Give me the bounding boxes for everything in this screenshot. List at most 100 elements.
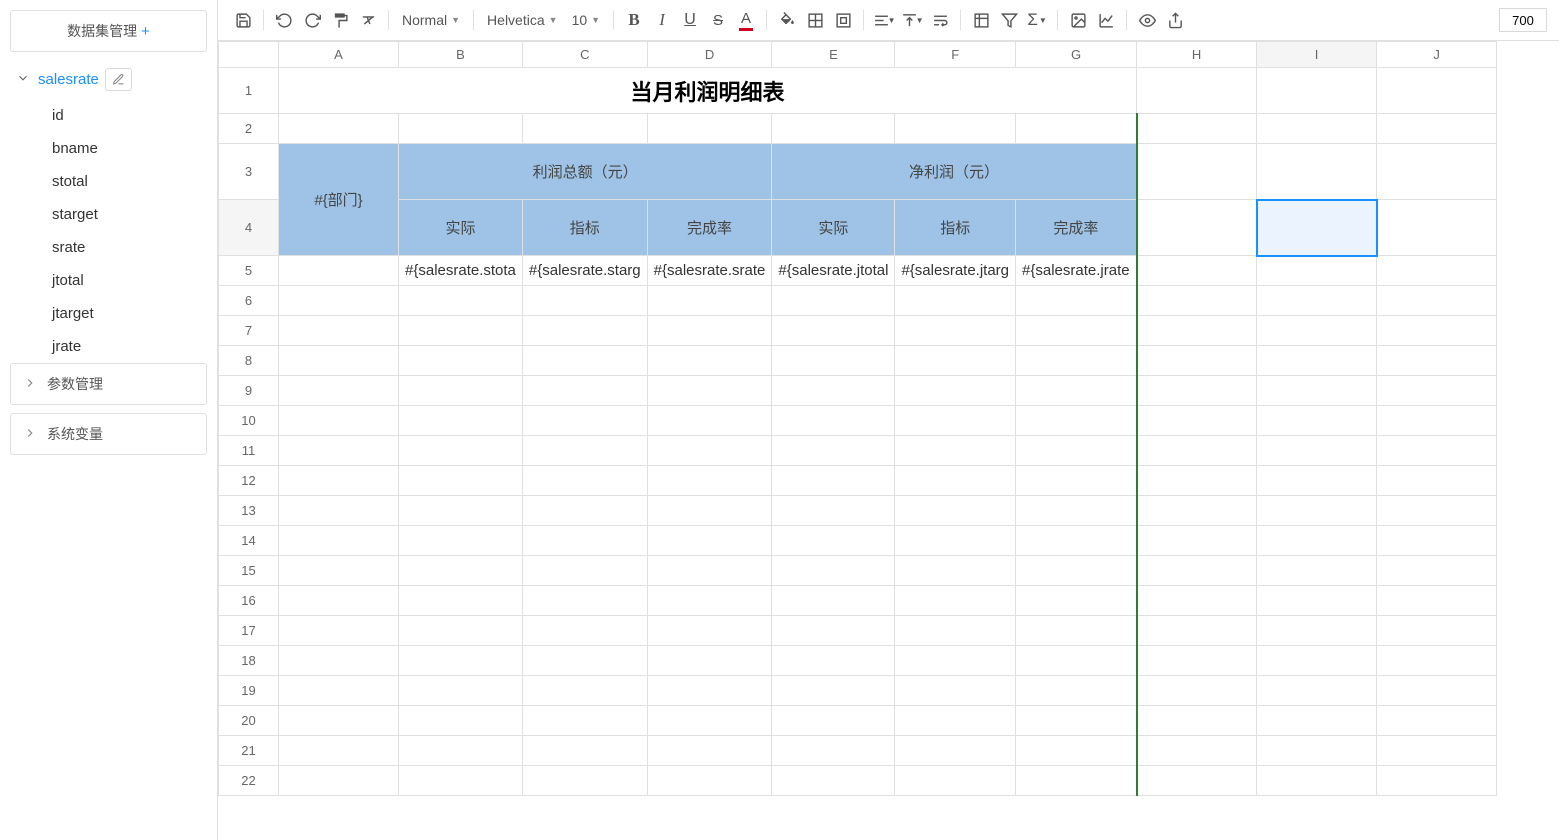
cell-D20[interactable]: [647, 706, 772, 736]
row-header-16[interactable]: 16: [219, 586, 279, 616]
cell-D9[interactable]: [647, 376, 772, 406]
field-id[interactable]: id: [52, 99, 207, 132]
cell-J18[interactable]: [1377, 646, 1497, 676]
cell-F18[interactable]: [895, 646, 1016, 676]
cell-D15[interactable]: [647, 556, 772, 586]
cell-E7[interactable]: [772, 316, 895, 346]
chart-button[interactable]: [1093, 6, 1119, 34]
merge-button[interactable]: [830, 6, 856, 34]
formula-button[interactable]: Σ▼: [1024, 6, 1050, 34]
cell-I5[interactable]: [1257, 256, 1377, 286]
cell-I6[interactable]: [1257, 286, 1377, 316]
cell-H19[interactable]: [1137, 676, 1257, 706]
cell-B2[interactable]: [399, 114, 523, 144]
cell-H21[interactable]: [1137, 736, 1257, 766]
cell-A15[interactable]: [279, 556, 399, 586]
add-dataset-icon[interactable]: +: [141, 23, 150, 40]
cell-C12[interactable]: [522, 466, 647, 496]
cell-J17[interactable]: [1377, 616, 1497, 646]
row-header-2[interactable]: 2: [219, 114, 279, 144]
cell-B11[interactable]: [399, 436, 523, 466]
col-header-C[interactable]: C: [522, 42, 647, 68]
field-bname[interactable]: bname: [52, 132, 207, 165]
cell-I12[interactable]: [1257, 466, 1377, 496]
cell-G21[interactable]: [1016, 736, 1137, 766]
col-header-G[interactable]: G: [1016, 42, 1137, 68]
cell-I21[interactable]: [1257, 736, 1377, 766]
cell-I13[interactable]: [1257, 496, 1377, 526]
cell-D11[interactable]: [647, 436, 772, 466]
cell-B18[interactable]: [399, 646, 523, 676]
cell-A13[interactable]: [279, 496, 399, 526]
undo-button[interactable]: [271, 6, 297, 34]
cell-D21[interactable]: [647, 736, 772, 766]
cell-G8[interactable]: [1016, 346, 1137, 376]
cell-D22[interactable]: [647, 766, 772, 796]
cell-A6[interactable]: [279, 286, 399, 316]
cell-B22[interactable]: [399, 766, 523, 796]
group2-header[interactable]: 净利润（元）: [772, 144, 1137, 200]
cell-F12[interactable]: [895, 466, 1016, 496]
cell-I18[interactable]: [1257, 646, 1377, 676]
cell-J2[interactable]: [1377, 114, 1497, 144]
cell-C19[interactable]: [522, 676, 647, 706]
cell-C16[interactable]: [522, 586, 647, 616]
cell-E19[interactable]: [772, 676, 895, 706]
export-button[interactable]: [1162, 6, 1188, 34]
cell-I22[interactable]: [1257, 766, 1377, 796]
col-header-A[interactable]: A: [279, 42, 399, 68]
field-starget[interactable]: starget: [52, 198, 207, 231]
cell-H10[interactable]: [1137, 406, 1257, 436]
row-header-4[interactable]: 4: [219, 200, 279, 256]
cell-C14[interactable]: [522, 526, 647, 556]
col-header-J[interactable]: J: [1377, 42, 1497, 68]
cell-D8[interactable]: [647, 346, 772, 376]
preview-button[interactable]: [1134, 6, 1160, 34]
cell-D5[interactable]: #{salesrate.srate: [647, 256, 772, 286]
row-header-21[interactable]: 21: [219, 736, 279, 766]
cell-J1[interactable]: [1377, 68, 1497, 114]
cell-J14[interactable]: [1377, 526, 1497, 556]
cell-B21[interactable]: [399, 736, 523, 766]
cell-D17[interactable]: [647, 616, 772, 646]
cell-B5[interactable]: #{salesrate.stota: [399, 256, 523, 286]
cell-H3[interactable]: [1137, 144, 1257, 200]
cell-H15[interactable]: [1137, 556, 1257, 586]
cell-H17[interactable]: [1137, 616, 1257, 646]
cell-I11[interactable]: [1257, 436, 1377, 466]
halign-button[interactable]: ▼: [871, 6, 897, 34]
cell-J12[interactable]: [1377, 466, 1497, 496]
cell-C21[interactable]: [522, 736, 647, 766]
cell-G2[interactable]: [1016, 114, 1137, 144]
cell-A18[interactable]: [279, 646, 399, 676]
cell-A12[interactable]: [279, 466, 399, 496]
textwrap-button[interactable]: [927, 6, 953, 34]
cell-B20[interactable]: [399, 706, 523, 736]
cell-I20[interactable]: [1257, 706, 1377, 736]
cell-C2[interactable]: [522, 114, 647, 144]
col-header-E[interactable]: E: [772, 42, 895, 68]
italic-button[interactable]: I: [649, 6, 675, 34]
cell-F17[interactable]: [895, 616, 1016, 646]
select-all-corner[interactable]: [219, 42, 279, 68]
cell-H8[interactable]: [1137, 346, 1257, 376]
row-header-18[interactable]: 18: [219, 646, 279, 676]
row-header-13[interactable]: 13: [219, 496, 279, 526]
row-header-11[interactable]: 11: [219, 436, 279, 466]
cell-C5[interactable]: #{salesrate.starg: [522, 256, 647, 286]
cell-I15[interactable]: [1257, 556, 1377, 586]
cell-H18[interactable]: [1137, 646, 1257, 676]
cell-C7[interactable]: [522, 316, 647, 346]
cell-J5[interactable]: [1377, 256, 1497, 286]
page-width-input[interactable]: [1499, 8, 1547, 32]
valign-button[interactable]: ▼: [899, 6, 925, 34]
row-header-12[interactable]: 12: [219, 466, 279, 496]
cell-I9[interactable]: [1257, 376, 1377, 406]
cell-G12[interactable]: [1016, 466, 1137, 496]
cell-B6[interactable]: [399, 286, 523, 316]
cell-G9[interactable]: [1016, 376, 1137, 406]
cell-G14[interactable]: [1016, 526, 1137, 556]
cell-F15[interactable]: [895, 556, 1016, 586]
cell-C13[interactable]: [522, 496, 647, 526]
cell-A9[interactable]: [279, 376, 399, 406]
